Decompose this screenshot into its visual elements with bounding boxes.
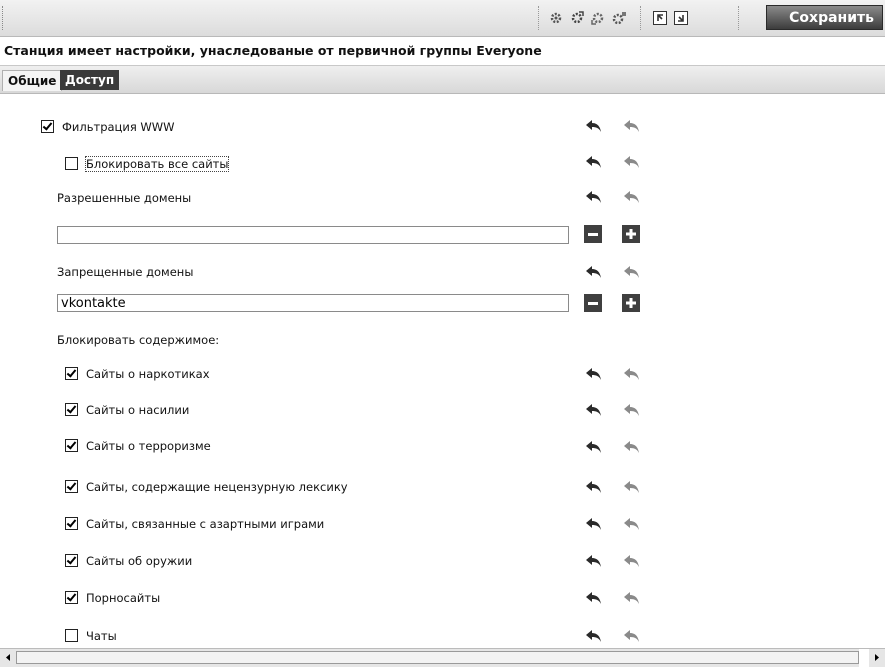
- toolbar-grip[interactable]: [2, 6, 6, 30]
- scrollbar-gap: [859, 649, 869, 667]
- plus-icon: [626, 229, 636, 239]
- inherit-icon[interactable]: [623, 367, 641, 381]
- inherit-icon[interactable]: [623, 190, 641, 204]
- gear-export-icon[interactable]: [568, 9, 586, 27]
- add-allowed-domain-button[interactable]: [622, 225, 640, 243]
- export-icon[interactable]: [672, 9, 690, 27]
- revert-icon[interactable]: [585, 190, 603, 204]
- www-filter-row: Фильтрация WWW: [41, 117, 175, 137]
- category-row: Порносайты: [65, 588, 160, 608]
- www-filter-label: Фильтрация WWW: [62, 120, 175, 134]
- revert-icon[interactable]: [585, 440, 603, 454]
- category-row: Сайты о наркотиках: [65, 364, 210, 384]
- block-all-label: Блокировать все сайты: [84, 156, 230, 172]
- plus-icon: [626, 298, 636, 308]
- remove-forbidden-domain-button[interactable]: [584, 294, 602, 312]
- inherited-settings-notice: Станция имеет настройки, унаследованые о…: [4, 43, 542, 58]
- toolbar-separator: [738, 6, 740, 30]
- revert-icon[interactable]: [585, 554, 603, 568]
- revert-icon[interactable]: [585, 265, 603, 279]
- remove-allowed-domain-button[interactable]: [584, 225, 602, 243]
- category-label: Сайты о наркотиках: [86, 367, 210, 381]
- scroll-track[interactable]: [16, 651, 859, 664]
- gear-refresh-icon[interactable]: [547, 9, 565, 27]
- revert-icon[interactable]: [585, 517, 603, 531]
- inherit-icon[interactable]: [623, 440, 641, 454]
- category-row: Чаты: [65, 626, 117, 646]
- inherit-icon[interactable]: [623, 554, 641, 568]
- category-row: Сайты об оружии: [65, 551, 192, 571]
- category-row: Сайты, содержащие нецензурную лексику: [65, 477, 348, 497]
- category-label: Сайты, связанные с азартными играми: [86, 517, 325, 531]
- category-row: Сайты о терроризме: [65, 436, 211, 456]
- category-label: Порносайты: [86, 591, 161, 605]
- inherit-icon[interactable]: [623, 155, 641, 169]
- minus-icon: [588, 301, 598, 305]
- forbidden-domains-input[interactable]: [57, 294, 569, 312]
- category-checkbox[interactable]: [65, 554, 78, 567]
- gear-settings-icon[interactable]: [610, 9, 628, 27]
- block-all-row: Блокировать все сайты: [65, 154, 230, 174]
- block-all-checkbox[interactable]: [65, 157, 78, 170]
- category-label: Сайты об оружии: [86, 554, 193, 568]
- tab-general[interactable]: Общие: [2, 70, 63, 91]
- inherit-icon[interactable]: [623, 403, 641, 417]
- block-content-label: Блокировать содержимое:: [57, 333, 220, 347]
- add-forbidden-domain-button[interactable]: [622, 294, 640, 312]
- category-checkbox[interactable]: [65, 629, 78, 642]
- category-row: Сайты о насилии: [65, 400, 189, 420]
- category-checkbox[interactable]: [65, 517, 78, 530]
- import-icon[interactable]: [651, 9, 669, 27]
- category-checkbox[interactable]: [65, 367, 78, 380]
- inherit-icon[interactable]: [623, 480, 641, 494]
- category-checkbox[interactable]: [65, 480, 78, 493]
- category-label: Сайты о терроризме: [86, 439, 211, 453]
- save-button[interactable]: Сохранить: [766, 5, 883, 30]
- toolbar-separator: [538, 6, 540, 30]
- scroll-left-icon[interactable]: [2, 651, 14, 664]
- revert-icon[interactable]: [585, 591, 603, 605]
- category-row: Сайты, связанные с азартными играми: [65, 514, 324, 534]
- revert-icon[interactable]: [585, 155, 603, 169]
- category-label: Сайты о насилии: [86, 403, 190, 417]
- inherit-icon[interactable]: [623, 517, 641, 531]
- category-label: Чаты: [86, 629, 117, 643]
- allowed-domains-input[interactable]: [57, 226, 569, 244]
- tab-bar: Общие Доступ: [0, 65, 885, 94]
- inherit-icon[interactable]: [623, 629, 641, 643]
- www-filter-checkbox[interactable]: [41, 120, 54, 133]
- category-checkbox[interactable]: [65, 591, 78, 604]
- access-settings-panel: Фильтрация WWW Блокировать все сайты Раз…: [0, 93, 885, 648]
- revert-icon[interactable]: [585, 119, 603, 133]
- inherit-icon[interactable]: [623, 591, 641, 605]
- gear-import-icon[interactable]: [589, 9, 607, 27]
- scroll-right-icon[interactable]: [871, 651, 883, 664]
- inherit-icon[interactable]: [623, 119, 641, 133]
- minus-icon: [588, 232, 598, 236]
- inherit-icon[interactable]: [623, 265, 641, 279]
- category-label: Сайты, содержащие нецензурную лексику: [86, 480, 348, 494]
- revert-icon[interactable]: [585, 629, 603, 643]
- allowed-domains-label: Разрешенные домены: [57, 191, 192, 205]
- category-checkbox[interactable]: [65, 403, 78, 416]
- tab-access[interactable]: Доступ: [60, 70, 120, 90]
- toolbar-separator: [640, 6, 642, 30]
- toolbar: Сохранить: [0, 0, 885, 37]
- revert-icon[interactable]: [585, 480, 603, 494]
- horizontal-scrollbar[interactable]: [0, 648, 885, 667]
- revert-icon[interactable]: [585, 367, 603, 381]
- revert-icon[interactable]: [585, 403, 603, 417]
- forbidden-domains-label: Запрещенные домены: [57, 265, 194, 279]
- category-checkbox[interactable]: [65, 439, 78, 452]
